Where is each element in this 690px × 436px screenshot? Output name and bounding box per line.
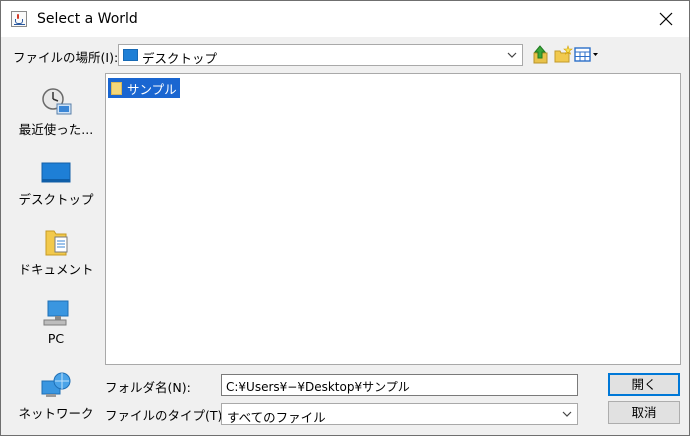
create-new-folder-button[interactable] [553, 45, 573, 65]
folder-name-label: フォルダ名(N): [105, 380, 191, 395]
open-button[interactable]: 開く [608, 373, 680, 396]
recent-icon [42, 88, 72, 115]
close-icon [659, 12, 673, 26]
place-label: デスクトップ [18, 192, 94, 207]
folder-name-field[interactable]: C:¥Users¥−¥Desktop¥サンプル [221, 374, 578, 396]
java-app-icon [11, 11, 27, 27]
place-recent[interactable]: 最近使った... [13, 73, 99, 137]
desktop-icon [41, 162, 71, 183]
window-title: Select a World [37, 11, 138, 27]
file-type-value: すべてのファイル [227, 410, 326, 425]
place-label: 最近使った... [18, 122, 94, 137]
places-bar: 最近使った... デスクトップ ドキュメント PC ネットワーク [13, 73, 99, 423]
file-list[interactable]: サンプル [105, 73, 681, 365]
list-item[interactable]: サンプル [108, 78, 180, 98]
place-pc[interactable]: PC [13, 285, 99, 347]
chevron-down-icon [507, 52, 517, 58]
file-type-label: ファイルのタイプ(T): [105, 408, 227, 423]
file-name: サンプル [127, 81, 177, 97]
place-label: PC [47, 331, 65, 346]
title-bar: Select a World [1, 1, 689, 37]
cancel-button[interactable]: 取消 [608, 401, 680, 424]
up-one-level-button[interactable] [531, 45, 551, 65]
new-folder-icon [554, 45, 573, 63]
place-label: ネットワーク [18, 406, 94, 421]
place-documents[interactable]: ドキュメント [13, 213, 99, 277]
look-in-label: ファイルの場所(I): [13, 50, 119, 65]
place-label: ドキュメント [18, 262, 94, 277]
pc-icon [43, 300, 69, 326]
file-chooser-dialog: Select a World ファイルの場所(I): デスクトップ 最近使った.… [0, 0, 690, 436]
place-network[interactable]: ネットワーク [13, 357, 99, 421]
folder-icon [123, 49, 138, 61]
look-in-combo[interactable]: デスクトップ [118, 44, 523, 66]
chevron-down-icon [562, 411, 572, 417]
up-folder-icon [533, 45, 548, 64]
documents-icon [45, 230, 68, 256]
view-menu-button[interactable] [574, 45, 600, 65]
network-icon [41, 372, 71, 397]
place-desktop[interactable]: デスクトップ [13, 143, 99, 207]
file-type-combo[interactable]: すべてのファイル [221, 403, 578, 425]
close-button[interactable] [643, 1, 689, 37]
view-menu-icon [574, 47, 598, 62]
look-in-value: デスクトップ [142, 51, 218, 66]
folder-icon [111, 81, 122, 95]
